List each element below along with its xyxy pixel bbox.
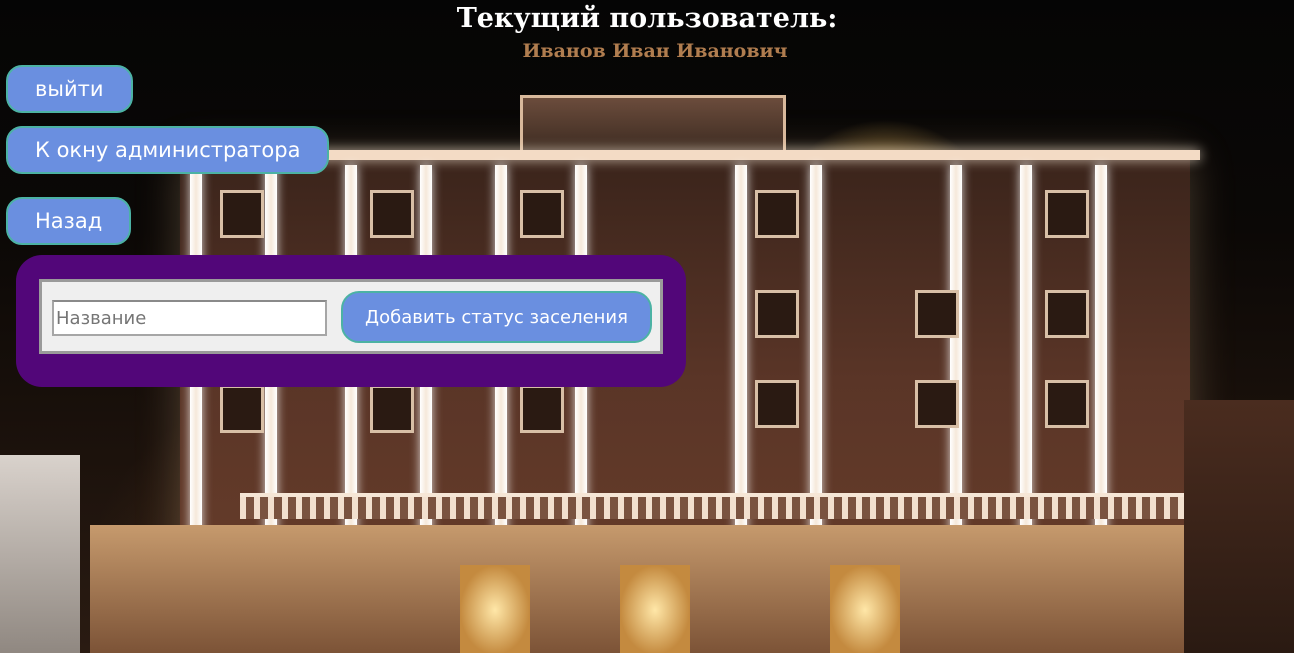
building-window — [755, 190, 799, 238]
building-window — [755, 290, 799, 338]
add-status-panel: Добавить статус заселения — [16, 255, 686, 387]
status-name-input[interactable] — [52, 300, 327, 336]
current-user-title: Текущий пользователь: — [456, 3, 838, 34]
building-window — [755, 380, 799, 428]
neighbor-house-right — [1184, 400, 1294, 653]
building-window — [520, 385, 564, 433]
admin-window-button[interactable]: К окну администратора — [6, 126, 330, 174]
add-status-button[interactable]: Добавить статус заселения — [341, 291, 652, 343]
building-window — [1045, 290, 1089, 338]
building-entrance — [830, 565, 900, 653]
building-entrance — [460, 565, 530, 653]
building-window — [915, 290, 959, 338]
logout-button[interactable]: выйти — [6, 65, 133, 113]
building-window — [370, 385, 414, 433]
current-user-name: Иванов Иван Иванович — [522, 40, 788, 62]
building-balcony — [240, 493, 1200, 519]
building-window — [220, 385, 264, 433]
building-window — [370, 190, 414, 238]
building-window — [220, 190, 264, 238]
back-button[interactable]: Назад — [6, 197, 132, 245]
neighbor-house-left — [0, 455, 80, 653]
add-status-form: Добавить статус заселения — [39, 279, 663, 354]
building-window — [1045, 380, 1089, 428]
building-window — [520, 190, 564, 238]
building-roof — [520, 95, 786, 153]
page: Текущий пользователь: Иванов Иван Иванов… — [0, 0, 1294, 653]
building-entrance — [620, 565, 690, 653]
building-window — [1045, 190, 1089, 238]
building-window — [915, 380, 959, 428]
